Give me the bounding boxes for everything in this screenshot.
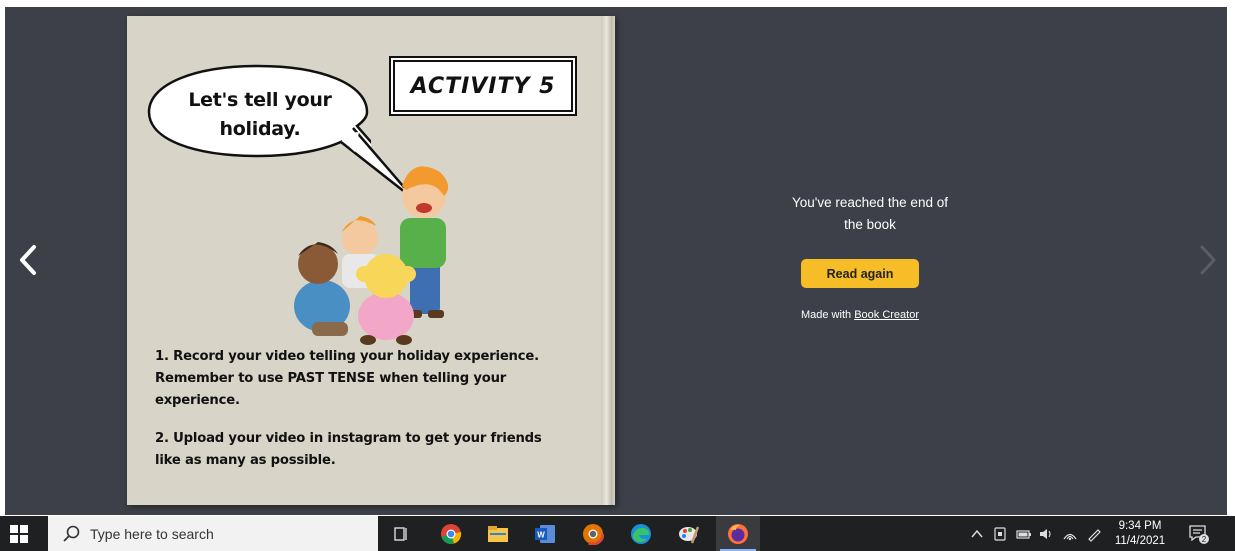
read-again-button[interactable]: Read again	[801, 259, 919, 288]
notification-center-button[interactable]: 2	[1186, 521, 1212, 547]
meet-now-icon[interactable]	[992, 526, 1008, 542]
instruction-2: 2. Upload your video in instagram to get…	[155, 431, 542, 468]
clock-time: 9:34 PM	[1118, 520, 1162, 532]
file-explorer-icon[interactable]	[485, 521, 511, 547]
volume-icon[interactable]	[1038, 526, 1054, 542]
chevron-left-icon	[20, 245, 36, 275]
chrome-canary-icon[interactable]	[580, 521, 606, 547]
pen-icon[interactable]	[1086, 526, 1102, 542]
taskbar-clock[interactable]: 9:34 PM 11/4/2021	[1110, 519, 1170, 549]
taskbar-search-box[interactable]: Type here to search	[48, 516, 378, 551]
previous-page-button[interactable]	[8, 230, 48, 290]
notification-icon: 2	[1189, 525, 1209, 544]
book-page: Let's tell your holiday. ACTIVITY 5 1. R…	[127, 16, 615, 505]
task-view-icon[interactable]	[388, 521, 414, 547]
book-creator-link[interactable]: Book Creator	[854, 309, 919, 321]
activity-title: ACTIVITY 5	[389, 56, 577, 116]
search-icon	[63, 525, 80, 542]
chevron-right-icon	[1200, 245, 1216, 275]
svg-text:W: W	[537, 531, 545, 540]
system-tray	[970, 516, 1102, 551]
notification-count: 2	[1202, 535, 1207, 544]
book-spine	[601, 16, 615, 505]
search-placeholder: Type here to search	[90, 525, 214, 542]
end-of-book-message: You've reached the end of the book	[792, 195, 948, 232]
children-illustration	[294, 166, 449, 345]
chrome-icon[interactable]	[438, 521, 464, 547]
paint-icon[interactable]	[676, 521, 702, 547]
clock-date: 11/4/2021	[1114, 535, 1166, 547]
next-page-button[interactable]	[1188, 230, 1228, 290]
chevron-up-icon[interactable]	[970, 527, 984, 541]
edge-icon[interactable]	[628, 521, 654, 547]
firefox-icon[interactable]	[725, 521, 751, 547]
wifi-icon[interactable]	[1062, 526, 1078, 542]
word-icon[interactable]: W	[532, 521, 558, 547]
battery-icon[interactable]	[1016, 526, 1032, 542]
taskbar: Type here to search W 9:34 PM 11/4/2021	[0, 516, 1235, 551]
instruction-1: 1. Record your video telling your holida…	[155, 349, 539, 408]
windows-start-button[interactable]	[10, 525, 28, 543]
made-with-credit: Made with Book Creator	[800, 309, 919, 321]
speech-bubble-text: Let's tell your holiday.	[188, 89, 332, 140]
